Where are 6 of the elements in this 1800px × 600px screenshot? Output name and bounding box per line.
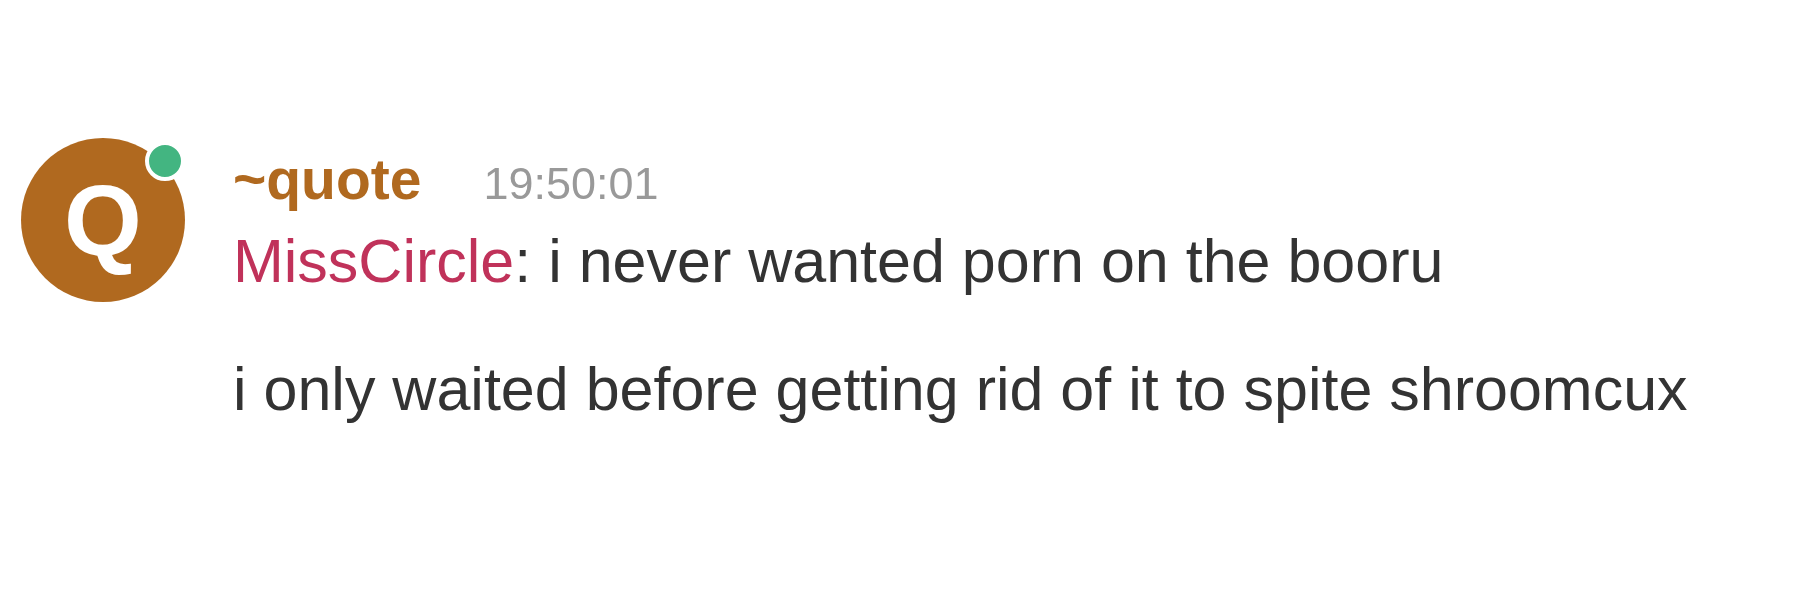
speaker-name: MissCircle	[233, 227, 515, 295]
username[interactable]: ~quote	[233, 146, 422, 212]
timestamp: 19:50:01	[483, 158, 659, 210]
message-text: MissCircle: i never wanted porn on the booru	[233, 226, 1445, 296]
message-text: i only waited before getting rid of it to spite shroomcux	[233, 354, 1688, 424]
avatar[interactable]: Q	[21, 138, 185, 302]
